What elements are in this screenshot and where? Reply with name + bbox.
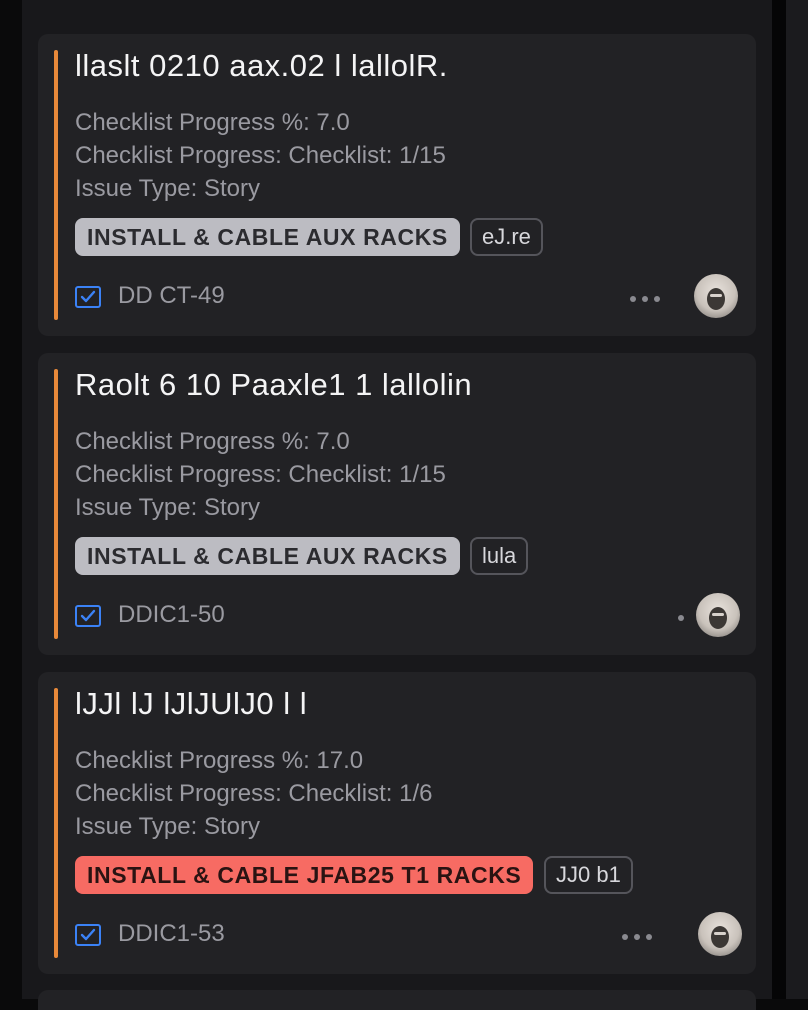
card-accent-bar — [54, 50, 58, 320]
tag-chip[interactable]: eJ.re — [470, 218, 543, 256]
issue-card-partial[interactable] — [38, 990, 756, 1010]
checkbox-icon — [75, 924, 101, 946]
checkbox-icon — [75, 605, 101, 627]
tag-chip[interactable]: JJ0 b1 — [544, 856, 633, 894]
priority-icon — [678, 609, 690, 623]
card-accent-bar — [54, 688, 58, 958]
epic-label[interactable]: INSTALL & CABLE JFAB25 T1 RACKS — [75, 856, 534, 894]
card-title[interactable]: Raolt 6 10 Paaxle1 1 lallolin — [75, 367, 472, 403]
checklist-progress-percent: Checklist Progress %: 7.0 — [75, 428, 350, 455]
issue-type: Issue Type: Story — [75, 813, 260, 840]
assignee-avatar[interactable] — [698, 912, 742, 956]
column-divider — [772, 0, 786, 999]
checkbox-icon — [75, 286, 101, 308]
epic-label[interactable]: INSTALL & CABLE AUX RACKS — [75, 218, 460, 256]
epic-label[interactable]: INSTALL & CABLE AUX RACKS — [75, 537, 460, 575]
assignee-avatar[interactable] — [694, 274, 738, 318]
checklist-progress-percent: Checklist Progress %: 7.0 — [75, 109, 350, 136]
checklist-progress-percent: Checklist Progress %: 17.0 — [75, 747, 364, 774]
issue-type: Issue Type: Story — [75, 494, 260, 521]
issue-key[interactable]: DD CT-49 — [118, 282, 225, 310]
issue-card[interactable]: lJJl lJ lJlJUlJ0 l l Checklist Progress … — [38, 672, 756, 974]
more-options-icon[interactable] — [630, 290, 666, 304]
issue-key[interactable]: DDIC1-53 — [118, 920, 225, 948]
card-title[interactable]: llaslt 0210 aax.02 l lallolR. — [75, 48, 448, 84]
issue-key[interactable]: DDIC1-50 — [118, 601, 225, 629]
checklist-progress-count: Checklist Progress: Checklist: 1/15 — [75, 142, 446, 169]
issue-card[interactable]: Raolt 6 10 Paaxle1 1 lallolin Checklist … — [38, 353, 756, 655]
checklist-progress-count: Checklist Progress: Checklist: 1/15 — [75, 461, 446, 488]
tag-chip[interactable]: lula — [470, 537, 529, 575]
checklist-progress-count: Checklist Progress: Checklist: 1/6 — [75, 780, 433, 807]
card-accent-bar — [54, 369, 58, 639]
card-title[interactable]: lJJl lJ lJlJUlJ0 l l — [75, 686, 307, 722]
assignee-avatar[interactable] — [696, 593, 740, 637]
issue-card[interactable]: llaslt 0210 aax.02 l lallolR. Checklist … — [38, 34, 756, 336]
issue-type: Issue Type: Story — [75, 175, 260, 202]
adjacent-column-edge — [786, 0, 808, 999]
more-options-icon[interactable] — [622, 928, 658, 942]
